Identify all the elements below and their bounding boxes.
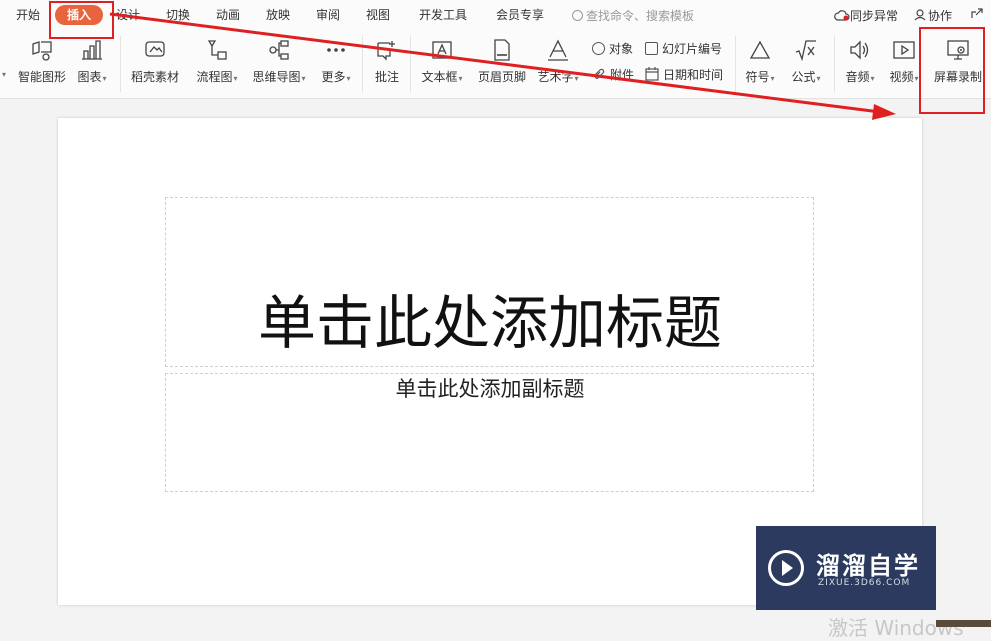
taskbar-edge — [936, 620, 991, 627]
play-logo-icon — [768, 550, 804, 586]
watermark-badge: 溜溜自学 ZIXUE.3D66.COM — [756, 526, 936, 610]
watermark-title: 溜溜自学 — [816, 552, 920, 580]
watermark-subtitle: ZIXUE.3D66.COM — [818, 578, 911, 588]
